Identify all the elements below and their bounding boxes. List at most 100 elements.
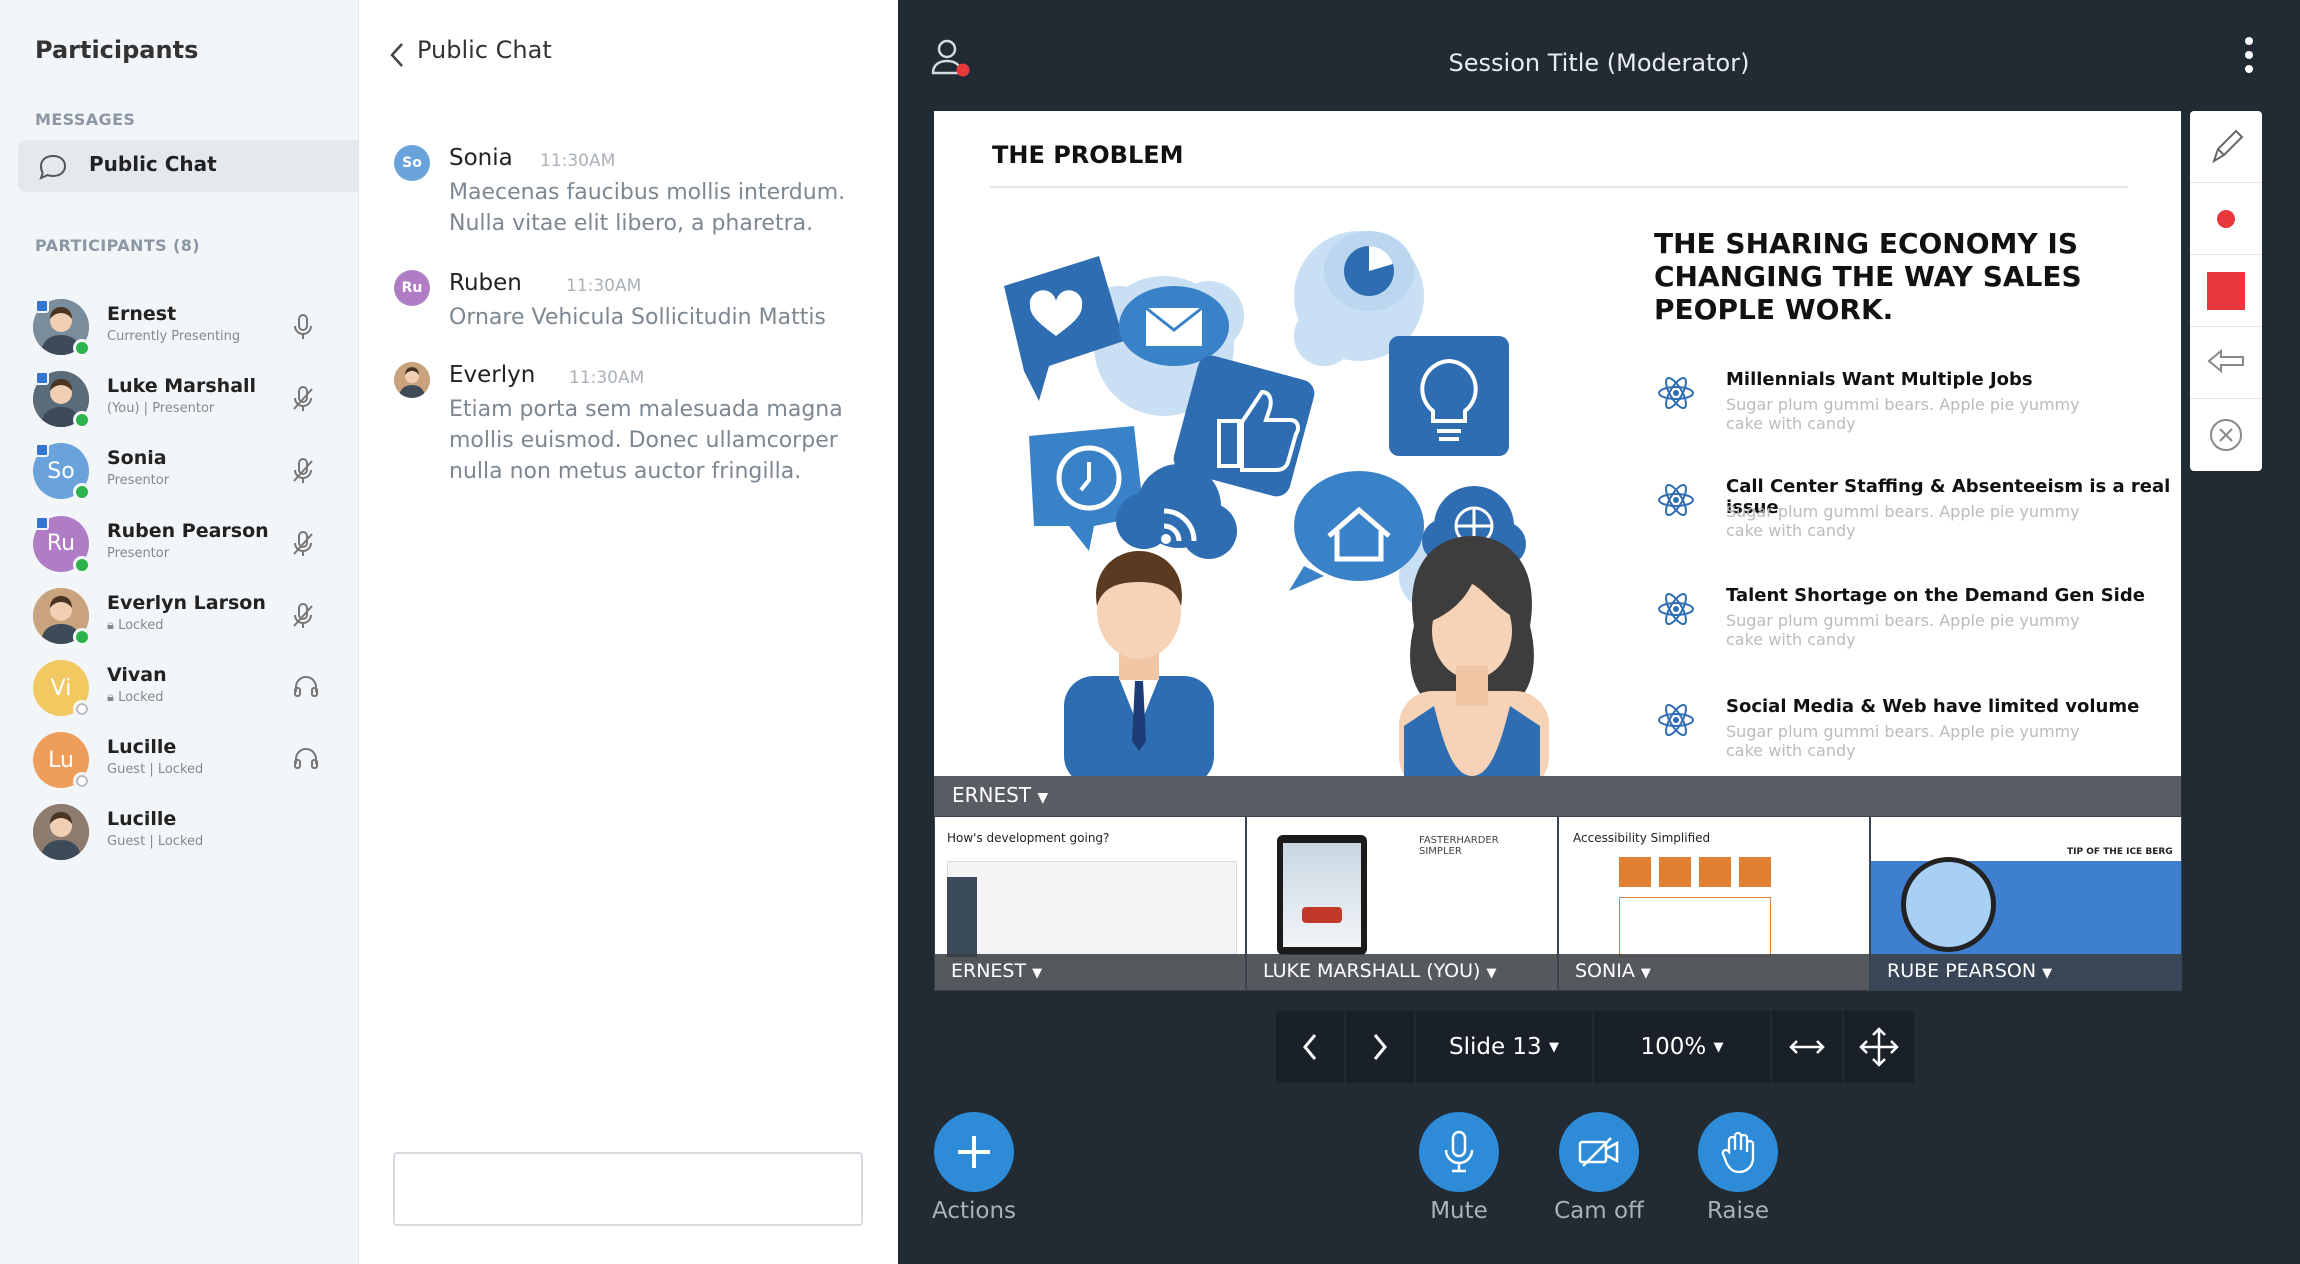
participant-row[interactable]: Luke Marshall (You) | Presentor [0,363,359,435]
participant-role: 🔒︎ Locked [107,617,164,633]
slide-divider [990,186,2128,188]
chat-message-input[interactable] [393,1152,863,1226]
move-arrows-icon [1859,1027,1899,1067]
camera-label: Cam off [1554,1198,1644,1224]
fit-width-button[interactable] [1772,1011,1842,1083]
presenter-thumbnail[interactable]: TIP OF THE ICE BERG RUBE PEARSON ▼ [1870,816,2182,991]
mic-off-icon[interactable] [293,602,313,634]
presenter-thumbnail[interactable]: How's development going? ERNEST ▼ [934,816,1246,991]
message-text: Maecenas faucibus mollis interdum. Nulla… [449,180,846,236]
raise-hand-button[interactable] [1698,1112,1778,1192]
bullet-text: Sugar plum gummi bears. Apple pie yummy … [1726,395,2080,433]
atom-icon [1656,700,1696,744]
presenter-thumbnail[interactable]: Accessibility Simplified SONIA ▼ [1558,816,1870,991]
headphones-icon[interactable] [293,746,319,774]
caret-down-icon: ▼ [1640,966,1651,981]
undo-icon [2207,349,2244,374]
zoom-level: 100% [1640,1034,1707,1060]
dot-tool-button[interactable] [2190,183,2262,255]
participant-role: 🔒︎ Locked [107,690,164,705]
more-options-icon[interactable] [2244,36,2254,74]
participant-name: Ernest [107,303,177,325]
red-square-icon [2207,272,2245,310]
participants-panel: Participants MESSAGES Public Chat PARTIC… [0,0,359,1264]
slide-heading: THE PROBLEM [992,141,1184,169]
participant-row[interactable]: Lucille Guest | Locked [0,796,359,868]
chevron-left-icon [1303,1034,1317,1060]
message-avatar: Ru [394,270,430,306]
chat-title[interactable]: Public Chat [417,36,552,64]
atom-icon [1656,589,1696,633]
message-sender: Everlyn [449,362,536,388]
raise-label: Raise [1706,1198,1770,1224]
undo-button[interactable] [2190,327,2262,399]
zoom-dropdown[interactable]: 100% ▼ [1594,1011,1770,1083]
public-chat-label: Public Chat [89,152,217,176]
fullscreen-button[interactable] [1844,1011,1914,1083]
lock-icon: 🔒︎ [107,617,119,633]
participant-role: (You) | Presentor [107,401,215,417]
red-dot-icon [2217,210,2235,228]
participant-row[interactable]: Vi Vivan 🔒︎ Locked [0,652,359,724]
public-chat-item[interactable]: Public Chat [18,140,358,192]
participant-name: Lucille [107,736,177,759]
actions-button[interactable] [934,1112,1014,1192]
participant-name: Vivan [107,664,167,686]
microphone-icon [1444,1130,1474,1173]
participant-row[interactable]: Ernest Currently Presenting [0,291,359,363]
participant-row[interactable]: Lu Lucille Guest | Locked [0,724,359,796]
participants-title: Participants [35,36,199,64]
prev-slide-button[interactable] [1276,1011,1344,1083]
presenter-thumbnail[interactable]: FASTERHARDER SIMPLER LUKE MARSHALL (YOU) … [1246,816,1558,991]
slide-select-dropdown[interactable]: Slide 13 ▼ [1416,1011,1592,1083]
status-indicator [73,700,91,718]
mic-off-icon[interactable] [293,530,313,562]
participant-row[interactable]: Everlyn Larson 🔒︎ Locked [0,580,359,652]
next-slide-button[interactable] [1346,1011,1414,1083]
message-sender: Sonia [449,145,513,171]
clear-button[interactable] [2190,399,2262,471]
thumb-caption: FASTERHARDER SIMPLER [1419,835,1499,857]
presenter-badge-icon [35,299,49,313]
participant-role: Guest | Locked [107,762,204,778]
thumbnail-label[interactable]: RUBE PEARSON ▼ [1887,960,2052,982]
presentation-area: Session Title (Moderator) THE PROBLEM TH… [898,0,2300,1264]
participant-name: Everlyn Larson [107,591,266,614]
thumbnail-label[interactable]: SONIA ▼ [1575,960,1651,982]
thumbnail-label[interactable]: ERNEST ▼ [951,960,1042,982]
status-indicator [73,772,91,791]
presenter-name-dropdown[interactable]: ERNEST ▼ [952,783,1048,807]
atom-icon [1656,480,1696,524]
presenter-badge-icon [35,371,49,386]
participant-name: Ruben Pearson [107,519,269,542]
close-circle-icon [2210,419,2242,451]
message-time: 11:30AM [569,368,645,388]
caret-down-icon: ▼ [1713,1039,1724,1055]
lock-icon: 🔒︎ [107,690,119,705]
thumbnail-label[interactable]: LUKE MARSHALL (YOU) ▼ [1263,960,1497,982]
presentation-slide[interactable]: THE PROBLEM THE SHARING ECONOMY IS CHANG… [934,111,2181,816]
participant-row[interactable]: So Sonia Presentor [0,435,359,507]
bullet-text: Sugar plum gummi bears. Apple pie yummy … [1726,611,2080,649]
participant-name: Sonia [107,447,167,470]
mic-off-icon[interactable] [293,457,313,489]
mic-off-icon[interactable] [293,385,313,417]
annotation-toolbar [2190,111,2262,471]
participant-row[interactable]: Ru Ruben Pearson Presentor [0,508,359,580]
presenter-badge-icon [35,515,49,530]
sharing-economy-illustration [1004,231,1549,776]
presenter-badge-icon [35,443,49,458]
caret-down-icon: ▼ [1486,966,1497,981]
pencil-tool-button[interactable] [2190,111,2262,183]
status-indicator [73,627,91,646]
back-chevron-icon[interactable] [389,42,405,68]
message-time: 11:30AM [540,151,616,171]
atom-icon [1656,373,1696,417]
headphones-icon[interactable] [293,674,319,702]
shape-tool-button[interactable] [2190,255,2262,327]
mute-button[interactable] [1419,1112,1499,1192]
mic-icon[interactable] [293,313,313,345]
avatar-initials: Ru [46,531,76,557]
bullet-text: Sugar plum gummi bears. Apple pie yummy … [1726,722,2080,760]
camera-button[interactable] [1559,1112,1639,1192]
